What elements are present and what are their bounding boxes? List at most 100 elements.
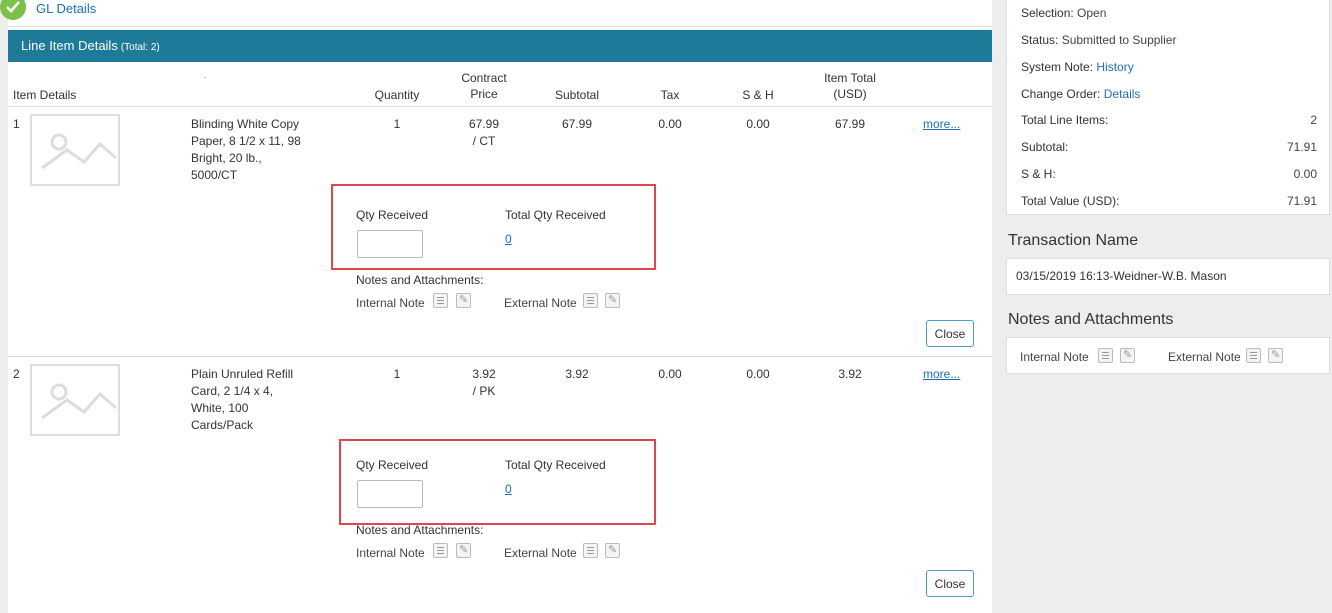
- external-note-label: External Note: [504, 546, 577, 560]
- qty-received-label: Qty Received: [356, 458, 429, 472]
- item-description: Blinding White Copy Paper, 8 1/2 x 11, 9…: [191, 117, 301, 182]
- item-price: 67.99 / CT: [454, 116, 514, 150]
- total-qty-received-link[interactable]: 0: [505, 482, 512, 496]
- gl-details-link[interactable]: GL Details: [36, 1, 96, 16]
- item-quantity: 1: [393, 367, 401, 381]
- item-subtotal: 67.99: [561, 117, 593, 131]
- total-value-label: Total Value (USD):: [1021, 194, 1120, 208]
- sh-value: 0.00: [1293, 167, 1317, 181]
- more-link[interactable]: more...: [923, 117, 960, 131]
- col-sh: S & H: [742, 88, 774, 102]
- total-qty-received-label: Total Qty Received: [505, 458, 606, 472]
- item-sh: 0.00: [746, 367, 770, 381]
- note-icon[interactable]: [583, 543, 598, 558]
- col-item-total: Item Total (USD): [814, 70, 886, 102]
- col-contract-price: Contract Price: [454, 70, 514, 102]
- total-value-value: 71.91: [1286, 194, 1317, 208]
- total-qty-received-label: Total Qty Received: [505, 208, 606, 222]
- transaction-name-title: Transaction Name: [1008, 232, 1139, 249]
- notes-label: Notes and Attachments:: [356, 273, 484, 287]
- status-value: Submitted to Supplier: [1061, 33, 1177, 47]
- close-button[interactable]: Close: [926, 570, 974, 597]
- main-panel: GL Details Line Item Details (Total: 2) I…: [0, 0, 992, 613]
- attachment-icon[interactable]: [456, 543, 471, 558]
- item-description: Plain Unruled Refill Card, 2 1/4 x 4, Wh…: [191, 367, 294, 432]
- subtotal-label: Subtotal:: [1021, 140, 1069, 154]
- notes-attachments-panel: Internal Note External Note: [1006, 337, 1330, 374]
- attachment-icon[interactable]: [1268, 348, 1283, 363]
- header-divider: [8, 106, 992, 107]
- selection-label: Selection:: [1021, 6, 1074, 20]
- attachment-icon[interactable]: [1120, 348, 1135, 363]
- item-total: 3.92: [838, 367, 862, 381]
- col-dot: .: [204, 71, 207, 80]
- sh-label: S & H:: [1021, 167, 1056, 181]
- item-sh: 0.00: [746, 117, 770, 131]
- price-unit: / CT: [472, 134, 496, 148]
- change-order-label: Change Order:: [1021, 87, 1101, 101]
- system-note-row: System Note: History: [1021, 60, 1317, 74]
- col-subtotal: Subtotal: [554, 88, 600, 102]
- col-price-label: Price: [470, 87, 498, 101]
- col-item-details: Item Details: [13, 88, 77, 102]
- gl-details-row[interactable]: GL Details: [0, 0, 992, 27]
- change-order-row: Change Order: Details: [1021, 87, 1317, 101]
- price-unit: / PK: [472, 384, 496, 398]
- col-contract-label: Contract: [461, 71, 507, 85]
- internal-note-label: Internal Note: [356, 296, 425, 310]
- subtotal-row: Subtotal: 71.91: [1021, 140, 1317, 154]
- total-value-row: Total Value (USD): 71.91: [1021, 194, 1317, 208]
- price-value: 3.92: [472, 367, 496, 381]
- internal-note-label: Internal Note: [356, 546, 425, 560]
- row-divider: [8, 356, 992, 357]
- col-tax: Tax: [660, 88, 680, 102]
- sh-row: S & H: 0.00: [1021, 167, 1317, 181]
- item-subtotal: 3.92: [565, 367, 589, 381]
- col-quantity: Quantity: [374, 88, 420, 102]
- total-line-items-row: Total Line Items: 2: [1021, 113, 1317, 127]
- system-note-label: System Note:: [1021, 60, 1094, 74]
- col-item-total-label: Item Total: [824, 71, 876, 85]
- note-icon[interactable]: [433, 293, 448, 308]
- section-title: Line Item Details: [21, 38, 118, 53]
- qty-received-label: Qty Received: [356, 208, 429, 222]
- price-value: 67.99: [468, 117, 500, 131]
- col-usd-label: (USD): [833, 87, 867, 101]
- internal-note-label: Internal Note: [1020, 350, 1089, 364]
- total-count: (Total: 2): [120, 42, 160, 53]
- more-link[interactable]: more...: [923, 367, 960, 381]
- status-label: Status:: [1021, 33, 1059, 47]
- item-price: 3.92 / PK: [454, 366, 514, 400]
- image-placeholder-icon: [30, 364, 120, 436]
- item-tax: 0.00: [658, 117, 682, 131]
- selection-row: Selection: Open: [1021, 6, 1317, 20]
- image-placeholder-icon: [30, 114, 120, 186]
- item-quantity: 1: [393, 117, 401, 131]
- attachment-icon[interactable]: [456, 293, 471, 308]
- history-link[interactable]: History: [1096, 60, 1133, 74]
- subtotal-value: 71.91: [1286, 140, 1317, 154]
- attachment-icon[interactable]: [605, 293, 620, 308]
- item-number: 1: [13, 117, 20, 131]
- note-icon[interactable]: [1098, 348, 1113, 363]
- notes-attachments-title: Notes and Attachments: [1008, 311, 1174, 328]
- external-note-label: External Note: [504, 296, 577, 310]
- close-button[interactable]: Close: [926, 320, 974, 347]
- item-tax: 0.00: [658, 367, 682, 381]
- note-icon[interactable]: [1246, 348, 1261, 363]
- qty-received-input[interactable]: [357, 480, 423, 508]
- total-qty-received-link[interactable]: 0: [505, 232, 512, 246]
- external-note-label: External Note: [1168, 350, 1241, 364]
- note-icon[interactable]: [433, 543, 448, 558]
- total-line-items-value: 2: [1310, 113, 1317, 127]
- details-link[interactable]: Details: [1104, 87, 1141, 101]
- attachment-icon[interactable]: [605, 543, 620, 558]
- qty-received-input[interactable]: [357, 230, 423, 258]
- item-total: 67.99: [834, 117, 866, 131]
- notes-label: Notes and Attachments:: [356, 523, 484, 537]
- status-row: Status: Submitted to Supplier: [1021, 33, 1317, 47]
- line-item-details-header: Line Item Details (Total: 2): [8, 30, 992, 62]
- note-icon[interactable]: [583, 293, 598, 308]
- check-icon: [0, 0, 26, 20]
- total-line-items-label: Total Line Items:: [1021, 113, 1109, 127]
